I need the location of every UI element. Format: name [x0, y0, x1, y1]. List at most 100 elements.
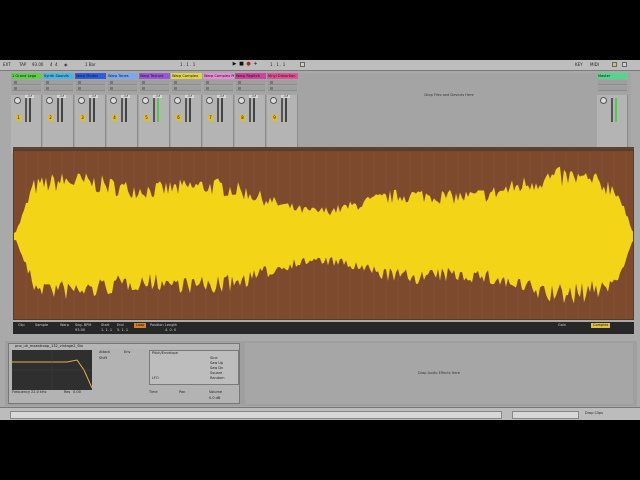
- clip-slot[interactable]: [140, 80, 169, 85]
- clip-slot[interactable]: [12, 80, 41, 85]
- clip-stop-icon[interactable]: [174, 87, 177, 90]
- warp-button[interactable]: Warp: [60, 323, 69, 328]
- end-value[interactable]: 5. 1. 1: [117, 328, 128, 333]
- pan-knob[interactable]: [206, 97, 213, 104]
- volume-fader[interactable]: [217, 98, 219, 122]
- clip-stop-icon[interactable]: [206, 87, 209, 90]
- pan-knob[interactable]: [142, 97, 149, 104]
- clip-stop-icon[interactable]: [238, 87, 241, 90]
- volume-fader[interactable]: [57, 98, 59, 122]
- clip-stop-icon[interactable]: [46, 87, 49, 90]
- volume-fader[interactable]: [25, 98, 27, 122]
- track-activator-button[interactable]: 2: [47, 115, 54, 121]
- master-fader[interactable]: [611, 98, 613, 122]
- clip-stop-icon[interactable]: [270, 81, 273, 84]
- ext-button[interactable]: EXT: [3, 62, 11, 68]
- pan-knob[interactable]: [78, 97, 85, 104]
- key-map-button[interactable]: KEY: [575, 62, 583, 68]
- track-header[interactable]: Synth Sounds: [43, 73, 74, 79]
- res-value[interactable]: 0.00: [73, 390, 81, 395]
- frequency-value[interactable]: 22.0 kHz: [31, 390, 46, 395]
- track-header[interactable]: Vinyl Distortion: [267, 73, 298, 79]
- tempo-field[interactable]: 93.00: [32, 62, 43, 68]
- clip-stop-icon[interactable]: [78, 87, 81, 90]
- arrangement-position[interactable]: 1 . 1 . 1: [180, 62, 195, 68]
- track-activator-button[interactable]: 9: [271, 115, 278, 121]
- clip-slot[interactable]: [12, 86, 41, 91]
- clip-slot[interactable]: [76, 86, 105, 91]
- clip-stop-icon[interactable]: [174, 81, 177, 84]
- clip-slot[interactable]: [44, 80, 73, 85]
- clip-stop-icon[interactable]: [14, 81, 17, 84]
- track-header[interactable]: Warp Texture: [139, 73, 170, 79]
- clip-stop-icon[interactable]: [14, 87, 17, 90]
- volume-fader[interactable]: [121, 98, 123, 122]
- metronome-icon[interactable]: ◉: [64, 62, 68, 68]
- clip-stop-icon[interactable]: [110, 87, 113, 90]
- filter-display[interactable]: [12, 350, 93, 390]
- volume-value[interactable]: 0.0 dB: [209, 396, 220, 401]
- clip-slot[interactable]: [204, 80, 233, 85]
- volume-fader[interactable]: [89, 98, 91, 122]
- clip-stop-icon[interactable]: [142, 87, 145, 90]
- track-header[interactable]: Warp Complex Pro: [203, 73, 234, 79]
- lfo-option-4[interactable]: Random: [210, 376, 225, 381]
- volume-fader[interactable]: [281, 98, 283, 122]
- clip-stop-icon[interactable]: [270, 87, 273, 90]
- clip-slot[interactable]: [204, 86, 233, 91]
- clip-stop-icon[interactable]: [110, 81, 113, 84]
- clip-slot[interactable]: [76, 80, 105, 85]
- start-value[interactable]: 1. 1. 1: [101, 328, 112, 333]
- record-icon[interactable]: ●: [246, 62, 251, 67]
- tap-tempo-button[interactable]: TAP: [19, 62, 26, 68]
- warp-mode-select[interactable]: Complex: [591, 323, 611, 328]
- stop-icon[interactable]: ■: [239, 62, 244, 67]
- pan-knob[interactable]: [110, 97, 117, 104]
- master-clip-slot[interactable]: [598, 86, 627, 91]
- clip-slot[interactable]: [172, 80, 201, 85]
- pan-knob[interactable]: [46, 97, 53, 104]
- track-activator-button[interactable]: 3: [79, 115, 86, 121]
- clip-stop-icon[interactable]: [46, 81, 49, 84]
- track-header[interactable]: Warp Complex: [171, 73, 202, 79]
- volume-fader[interactable]: [249, 98, 251, 122]
- pan-knob[interactable]: [14, 97, 21, 104]
- track-header[interactable]: Warp Modes: [75, 73, 106, 79]
- clip-slot[interactable]: [44, 86, 73, 91]
- master-pan-knob[interactable]: [600, 97, 607, 104]
- track-header[interactable]: Warp Repitch: [235, 73, 266, 79]
- track-activator-button[interactable]: 7: [207, 115, 214, 121]
- length-value[interactable]: 4. 0. 0: [165, 328, 176, 333]
- master-clip-slot[interactable]: [598, 80, 627, 85]
- clip-slot[interactable]: [108, 80, 137, 85]
- volume-fader[interactable]: [185, 98, 187, 122]
- clip-stop-icon[interactable]: [238, 81, 241, 84]
- pan-knob[interactable]: [270, 97, 277, 104]
- clip-slot[interactable]: [236, 80, 265, 85]
- play-icon[interactable]: ▶: [232, 62, 237, 67]
- seg-bpm-value[interactable]: 93.00: [75, 328, 85, 333]
- track-header[interactable]: Warp Tones: [107, 73, 138, 79]
- midi-map-button[interactable]: MIDI: [590, 62, 599, 68]
- sample-waveform-display[interactable]: [13, 150, 634, 320]
- pan-knob[interactable]: [174, 97, 181, 104]
- clip-slot[interactable]: [236, 86, 265, 91]
- volume-fader[interactable]: [153, 98, 155, 122]
- clip-stop-icon[interactable]: [78, 81, 81, 84]
- quantize-select[interactable]: 1 Bar: [85, 62, 96, 68]
- clip-slot[interactable]: [268, 80, 297, 85]
- meter-denominator[interactable]: 4: [55, 62, 58, 68]
- track-header[interactable]: 1 Grand Lega: [11, 73, 42, 79]
- track-activator-button[interactable]: 4: [111, 115, 118, 121]
- session-drop-zone[interactable]: [304, 73, 594, 153]
- track-activator-button[interactable]: 8: [239, 115, 246, 121]
- clip-slot[interactable]: [140, 86, 169, 91]
- track-activator-button[interactable]: 1: [15, 115, 22, 121]
- clip-stop-icon[interactable]: [142, 81, 145, 84]
- clip-slot[interactable]: [172, 86, 201, 91]
- overdub-icon[interactable]: +: [253, 62, 258, 67]
- loop-start[interactable]: 1 . 1 . 1: [270, 62, 285, 68]
- meter-numerator[interactable]: 4: [50, 62, 53, 68]
- track-activator-button[interactable]: 5: [143, 115, 150, 121]
- track-activator-button[interactable]: 6: [175, 115, 182, 121]
